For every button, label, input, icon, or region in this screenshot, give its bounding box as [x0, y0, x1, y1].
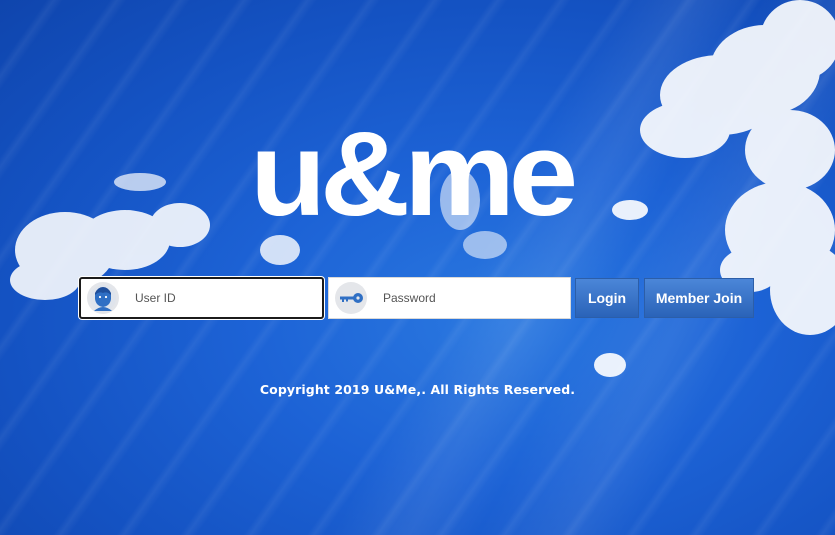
- password-field[interactable]: [328, 277, 571, 319]
- brand-logo: u&me: [250, 120, 580, 230]
- member-join-button[interactable]: Member Join: [644, 278, 754, 318]
- cloud-small-icon: [114, 173, 166, 191]
- login-button[interactable]: Login: [575, 278, 639, 318]
- ume-logo-icon: u&me: [250, 120, 580, 230]
- cloud-right-icon: [594, 0, 835, 377]
- logo-text: u&me: [250, 120, 574, 230]
- copyright-text: Copyright 2019 U&Me,. All Rights Reserve…: [259, 382, 576, 397]
- user-avatar-icon: [87, 282, 119, 314]
- background-rays: [0, 0, 835, 535]
- user-id-input[interactable]: [133, 290, 307, 306]
- key-icon: [335, 282, 367, 314]
- user-id-field[interactable]: [79, 277, 324, 319]
- password-input[interactable]: [381, 290, 555, 306]
- cloud-small-icon: [260, 235, 300, 265]
